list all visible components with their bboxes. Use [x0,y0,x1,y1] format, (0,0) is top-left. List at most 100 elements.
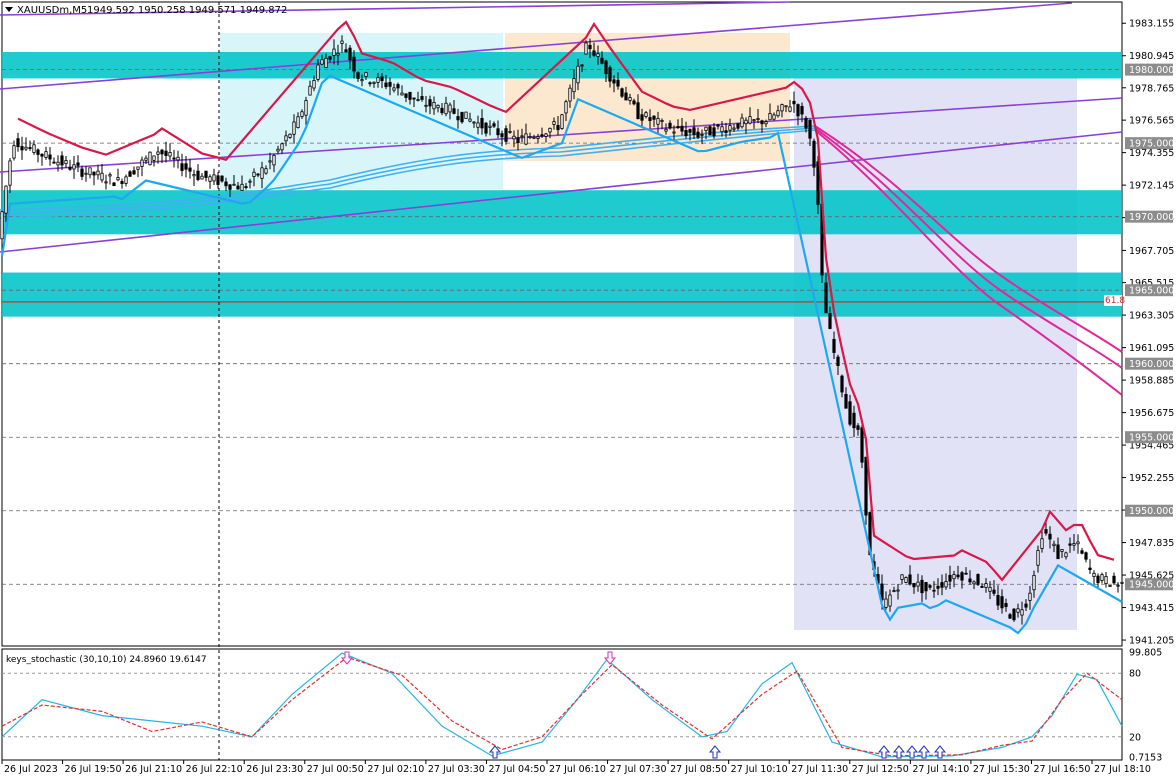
candle-body [832,338,836,353]
price-tick-label: 1947.835 [1129,538,1174,549]
candle-body [896,589,900,592]
candle-body [464,111,468,119]
candle-body [1080,550,1084,554]
candle-body [508,130,512,133]
candle-body [164,150,168,156]
indicator-label: keys_stochastic (30,10,10) 24.8960 19.61… [6,655,207,665]
zone-band [2,51,1122,79]
candle-body [500,133,504,138]
candle-body [376,77,380,83]
candle-body [612,79,616,84]
candle-body [608,67,612,82]
candle-body [472,121,476,124]
candle-body [416,99,420,102]
candle-body [168,152,172,157]
candle-body [856,425,860,430]
candle-body [4,185,8,214]
symbol-label: XAUUSDm,M5 [17,5,87,16]
candle-body [864,456,868,516]
candle-body [372,81,376,85]
candle-body [408,91,412,100]
candle-body [76,162,80,166]
candle-body [536,136,540,139]
candle-body [1052,543,1056,547]
price-tick-label: 1958.885 [1129,376,1174,387]
candle-body [64,160,68,165]
candle-body [1068,543,1072,546]
trading-chart[interactable]: 1983.155 1980.945 1978.765 1976.565 1974.355… [0,0,1176,780]
candle-body [136,166,140,170]
candle-body [740,117,744,128]
candle-body [668,122,672,129]
candle-body [768,113,772,121]
time-tick-label: 27 Jul 07:30 [610,764,667,775]
price-tick-label: 1980.945 [1129,51,1174,62]
stochastic-tick-label: 20 [1129,732,1141,743]
candle-body [452,108,456,114]
candle-body [960,572,964,581]
price-tick-label: 1963.305 [1129,311,1174,322]
candle-body [40,153,44,157]
time-tick-label: 27 Jul 16:50 [1033,764,1090,775]
candle-body [1000,596,1004,609]
level-tag-label: 1980.000 [1129,65,1174,76]
candle-body [924,582,928,592]
candle-body [732,127,736,130]
candle-body [580,64,584,67]
candle-body [424,104,428,107]
candle-body [628,97,632,101]
candle-body [788,106,792,112]
time-tick-label: 27 Jul 02:10 [367,764,424,775]
time-tick-label: 27 Jul 18:10 [1094,764,1151,775]
candle-body [128,171,132,177]
candle-body [1056,544,1060,560]
candle-body [192,174,196,177]
candle-body [280,143,284,151]
candle-body [92,171,96,176]
candle-body [992,589,996,594]
candle-body [576,65,580,84]
candle-body [988,586,992,592]
candle-body [284,135,288,142]
candle-body [696,131,700,138]
price-tick-label: 1952.255 [1129,473,1174,484]
level-tag-label: 1950.000 [1129,506,1174,517]
candle-body [540,134,544,137]
candle-body [544,133,548,137]
candle-body [220,175,224,182]
candle-body [432,102,436,110]
candle-body [980,585,984,588]
candle-body [480,117,484,129]
candle-body [360,79,364,82]
candle-body [344,49,348,53]
candle-body [764,121,768,125]
candle-body [24,146,28,150]
candle-body [364,72,368,77]
chart-canvas[interactable]: 1983.155 1980.945 1978.765 1976.565 1974.355… [0,0,1176,780]
time-tick-label: 27 Jul 10:10 [731,764,788,775]
candle-body [336,53,340,56]
candle-body [468,118,472,122]
candle-body [368,82,372,85]
price-tick-label: 1972.145 [1129,181,1174,192]
candle-body [348,47,352,61]
time-tick-label: 27 Jul 06:10 [549,764,606,775]
candle-body [212,174,216,182]
candle-body [1024,603,1028,608]
candle-body [748,116,752,124]
candle-body [244,186,248,188]
candle-body [648,117,652,122]
candle-body [676,126,680,129]
candle-body [456,116,460,121]
candle-body [760,120,764,125]
time-tick-label: 27 Jul 12:50 [852,764,909,775]
candle-body [904,577,908,583]
candle-body [328,56,332,60]
candle-body [404,93,408,98]
candle-body [84,172,88,175]
candle-body [588,44,592,50]
candle-body [352,56,356,72]
stochastic-tick-label: 80 [1129,669,1141,680]
stochastic-tick-label: 99.805 [1129,648,1162,659]
time-tick-label: 26 Jul 19:50 [65,764,122,775]
